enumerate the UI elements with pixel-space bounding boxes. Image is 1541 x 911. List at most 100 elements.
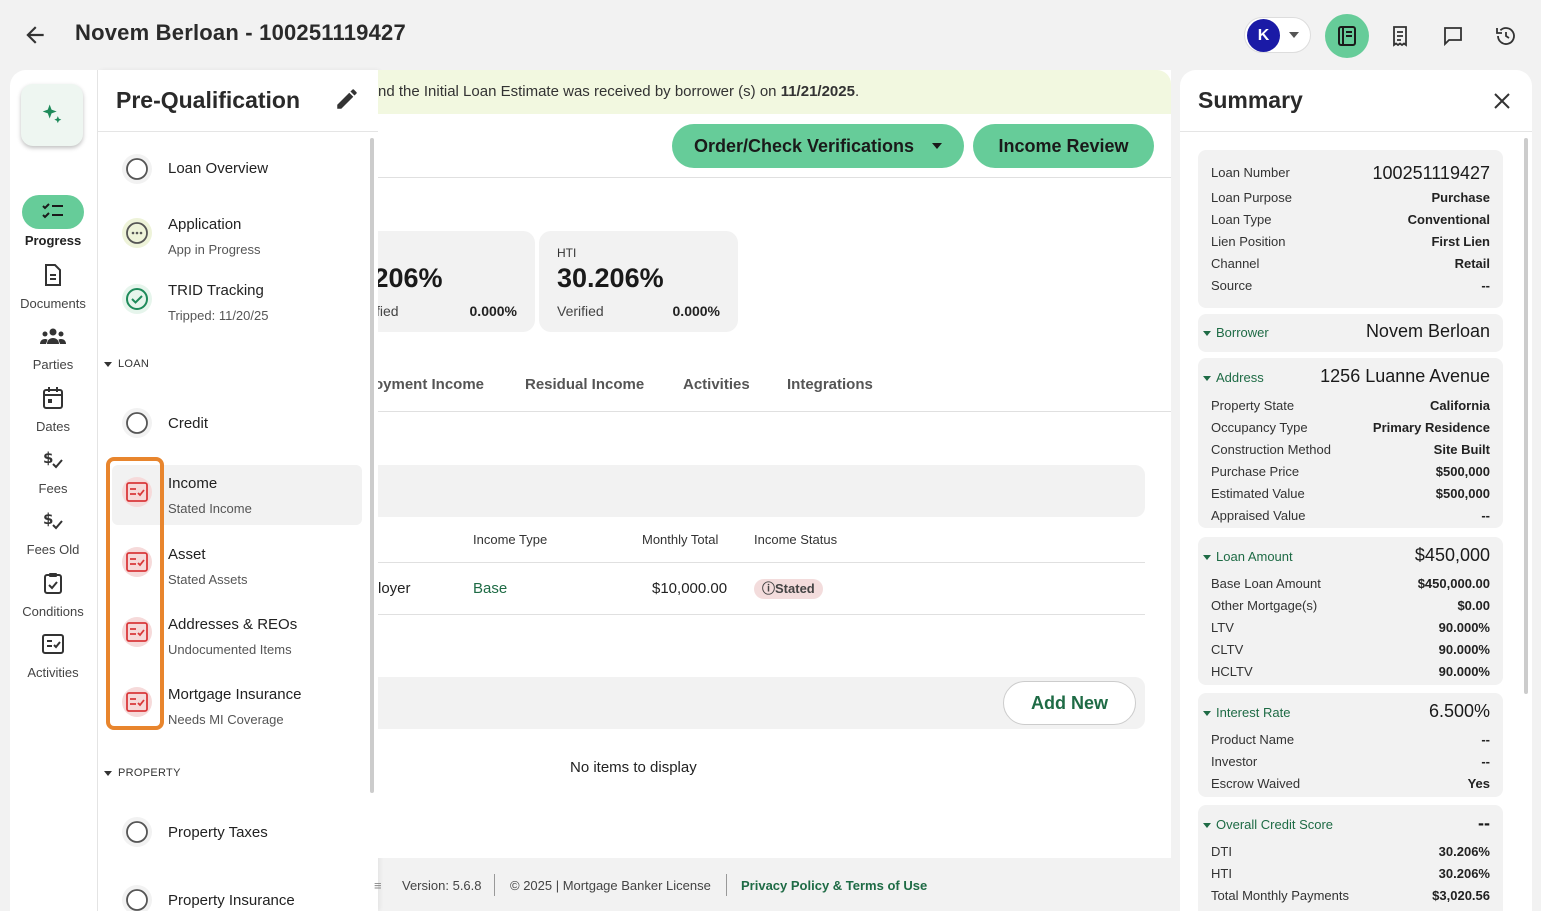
separator bbox=[494, 874, 495, 896]
rail-item-documents[interactable]: Documents bbox=[10, 258, 96, 311]
scrollbar[interactable] bbox=[1524, 138, 1528, 694]
step-income[interactable]: Income Stated Income bbox=[112, 465, 362, 525]
in-progress-icon bbox=[122, 218, 152, 248]
dollar-check-icon: $ bbox=[43, 449, 63, 469]
clipboard-check-icon bbox=[44, 573, 62, 594]
check-circle-icon bbox=[122, 284, 152, 314]
footer: ≡ Version: 5.6.8 © 2025 | Mortgage Banke… bbox=[374, 858, 1171, 911]
avatar: K bbox=[1247, 19, 1280, 52]
rail-item-fees-old[interactable]: $ Fees Old bbox=[10, 504, 96, 557]
circle-outline-icon bbox=[122, 817, 152, 847]
step-addresses-reos[interactable]: Addresses & REOs Undocumented Items bbox=[112, 605, 362, 665]
people-icon bbox=[40, 328, 66, 344]
step-asset[interactable]: Asset Stated Assets bbox=[112, 535, 362, 595]
loan-file-button[interactable] bbox=[1325, 14, 1369, 58]
checklist-icon bbox=[42, 203, 63, 219]
scrollbar[interactable] bbox=[370, 138, 374, 793]
document-icon bbox=[45, 264, 61, 286]
loan-file-icon bbox=[1338, 26, 1356, 46]
ai-assistant-button[interactable] bbox=[21, 84, 83, 146]
history-button[interactable] bbox=[1484, 14, 1528, 58]
caret-down-icon bbox=[1203, 823, 1211, 829]
user-menu[interactable]: K bbox=[1244, 17, 1311, 53]
back-arrow-icon[interactable] bbox=[22, 22, 48, 48]
alert-checklist-icon bbox=[122, 477, 152, 507]
column-income-status: Income Status bbox=[754, 532, 838, 547]
activity-icon bbox=[42, 634, 64, 654]
tab-integrations[interactable]: Integrations bbox=[787, 376, 873, 393]
caret-down-icon bbox=[1203, 331, 1211, 337]
receipt-button[interactable] bbox=[1378, 14, 1422, 58]
sparkle-icon bbox=[42, 104, 62, 124]
income-type-link[interactable]: Base bbox=[473, 580, 507, 597]
order-check-verifications-button[interactable]: Order/Check Verifications bbox=[672, 124, 964, 168]
chevron-down-icon bbox=[1289, 32, 1299, 38]
summary-header: Summary bbox=[1180, 70, 1532, 132]
trid-banner: nd the Initial Loan Estimate was receive… bbox=[378, 70, 1171, 114]
rail-item-parties[interactable]: Parties bbox=[10, 319, 96, 372]
step-loan-overview[interactable]: Loan Overview bbox=[112, 140, 362, 200]
tab-residual-income[interactable]: Residual Income bbox=[525, 376, 644, 393]
summary-loan-amount[interactable]: Loan Amount $450,000 bbox=[1203, 545, 1490, 569]
summary-loan-amount-card: Loan Amount $450,000 Base Loan Amount $45… bbox=[1198, 537, 1503, 685]
tab-employment-income[interactable]: oyment Income bbox=[378, 376, 484, 393]
summary-borrower-card: Borrower Novem Berloan bbox=[1198, 314, 1503, 352]
rail-item-progress[interactable]: Progress bbox=[10, 195, 96, 248]
caret-down-icon bbox=[1203, 711, 1211, 717]
column-monthly-total: Monthly Total bbox=[642, 532, 719, 547]
pencil-icon[interactable] bbox=[334, 86, 360, 112]
chat-icon bbox=[1444, 27, 1462, 47]
step-credit[interactable]: Credit bbox=[112, 394, 362, 454]
step-property-taxes[interactable]: Property Taxes bbox=[112, 803, 362, 863]
summary-interest-rate[interactable]: Interest Rate 6.500% bbox=[1203, 701, 1490, 725]
hti-card: HTI 30.206% Verified 0.000% bbox=[539, 231, 738, 332]
step-trid-tracking[interactable]: TRID Tracking Tripped: 11/20/25 bbox=[112, 270, 362, 330]
column-income-type: Income Type bbox=[473, 532, 548, 547]
separator bbox=[726, 874, 727, 896]
summary-credit-card: Overall Credit Score -- DTI 30.206% HTI 30… bbox=[1198, 805, 1503, 911]
menu-icon: ≡ bbox=[374, 878, 382, 893]
caret-down-icon bbox=[1203, 555, 1211, 561]
table-header-divider bbox=[378, 562, 1145, 563]
income-review-button[interactable]: Income Review bbox=[973, 124, 1154, 168]
top-bar: Novem Berloan - 100251119427 K bbox=[0, 0, 1541, 70]
alert-checklist-icon bbox=[122, 547, 152, 577]
svg-text:$: $ bbox=[43, 449, 53, 467]
close-icon[interactable] bbox=[1490, 89, 1514, 113]
circle-outline-icon bbox=[122, 885, 152, 911]
alert-checklist-icon bbox=[122, 687, 152, 717]
step-property-insurance[interactable]: Property Insurance bbox=[112, 871, 362, 911]
step-application[interactable]: Application App in Progress bbox=[112, 204, 362, 264]
circle-outline-icon bbox=[122, 408, 152, 438]
caret-down-icon bbox=[1203, 376, 1211, 382]
receipt-icon bbox=[1393, 26, 1407, 47]
rail-item-activities[interactable]: Activities bbox=[10, 627, 96, 680]
section-loan[interactable]: LOAN bbox=[104, 358, 149, 370]
prequalification-title: Pre-Qualification bbox=[116, 87, 301, 113]
rail-item-dates[interactable]: Dates bbox=[10, 381, 96, 434]
caret-down-icon bbox=[932, 143, 943, 149]
status-badge: ⓘStated bbox=[754, 579, 823, 599]
left-rail: Progress Documents Parties Dates $ Fees … bbox=[10, 70, 98, 911]
main-content: nd the Initial Loan Estimate was receive… bbox=[378, 70, 1171, 858]
privacy-terms-link[interactable]: Privacy Policy & Terms of Use bbox=[741, 878, 927, 893]
calendar-icon bbox=[43, 387, 63, 409]
section-property[interactable]: PROPERTY bbox=[104, 767, 181, 779]
page-title: Novem Berloan - 100251119427 bbox=[75, 20, 406, 45]
caret-down-icon bbox=[104, 770, 112, 776]
dollar-check-icon: $ bbox=[43, 510, 63, 530]
rail-item-fees[interactable]: $ Fees bbox=[10, 443, 96, 496]
rail-item-conditions[interactable]: Conditions bbox=[10, 566, 96, 619]
info-circle-icon: ⓘ bbox=[762, 581, 776, 596]
summary-address[interactable]: Address 1256 Luanne Avenue bbox=[1203, 366, 1490, 390]
svg-text:$: $ bbox=[43, 510, 53, 528]
chat-button[interactable] bbox=[1431, 14, 1475, 58]
add-new-button[interactable]: Add New bbox=[1003, 681, 1136, 725]
summary-interest-rate-card: Interest Rate 6.500% Product Name -- Inve… bbox=[1198, 693, 1503, 797]
summary-credit-score[interactable]: Overall Credit Score -- bbox=[1203, 813, 1490, 837]
summary-borrower[interactable]: Borrower Novem Berloan bbox=[1203, 321, 1490, 345]
step-mortgage-insurance[interactable]: Mortgage Insurance Needs MI Coverage bbox=[112, 675, 362, 735]
tab-activities[interactable]: Activities bbox=[683, 376, 750, 393]
summary-address-card: Address 1256 Luanne Avenue Property Stat… bbox=[1198, 358, 1503, 528]
circle-outline-icon bbox=[122, 154, 152, 184]
